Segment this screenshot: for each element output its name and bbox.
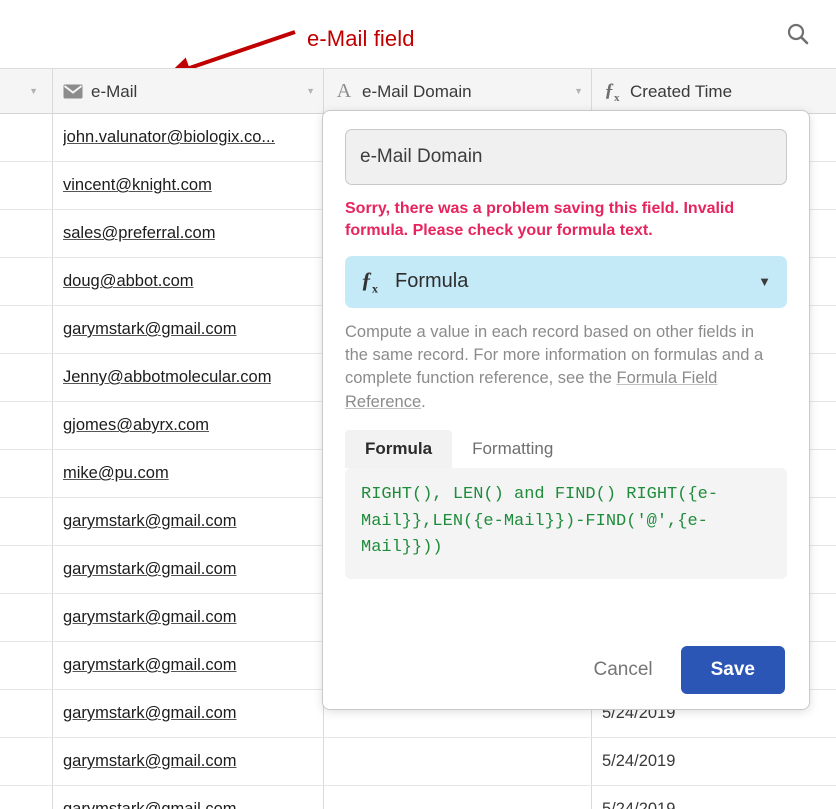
cell-email[interactable]: garymstark@gmail.com (53, 306, 324, 353)
row-number-cell[interactable] (0, 210, 53, 257)
chevron-down-icon[interactable]: ▼ (758, 274, 771, 289)
cell-email[interactable]: vincent@knight.com (53, 162, 324, 209)
email-link[interactable]: john.valunator@biologix.co... (63, 128, 275, 147)
column-header-rownum[interactable]: ▼ (0, 69, 53, 114)
email-link[interactable]: doug@abbot.com (63, 272, 194, 291)
cell-email[interactable]: garymstark@gmail.com (53, 690, 324, 737)
cell-email[interactable]: doug@abbot.com (53, 258, 324, 305)
email-link[interactable]: mike@pu.com (63, 464, 169, 483)
column-header-email-label: e-Mail (91, 81, 138, 101)
cell-email[interactable]: garymstark@gmail.com (53, 498, 324, 545)
field-type-select[interactable]: ƒx Formula ▼ (345, 255, 787, 308)
formula-input[interactable]: RIGHT(), LEN() and FIND() RIGHT({e-Mail}… (345, 468, 787, 580)
email-link[interactable]: garymstark@gmail.com (63, 752, 237, 771)
row-number-cell[interactable] (0, 642, 53, 689)
cell-email[interactable]: garymstark@gmail.com (53, 546, 324, 593)
field-type-description: Compute a value in each record based on … (345, 321, 775, 415)
cell-email[interactable]: garymstark@gmail.com (53, 594, 324, 641)
row-number-cell[interactable] (0, 786, 53, 809)
chevron-down-icon[interactable]: ▼ (574, 87, 583, 96)
email-link[interactable]: garymstark@gmail.com (63, 800, 237, 809)
table-row[interactable]: garymstark@gmail.com 5/24/2019 (0, 738, 836, 786)
row-number-cell[interactable] (0, 594, 53, 641)
row-number-cell[interactable] (0, 498, 53, 545)
row-number-cell[interactable] (0, 354, 53, 401)
editor-tabs: Formula Formatting (345, 430, 787, 469)
chevron-down-icon[interactable]: ▼ (306, 87, 315, 96)
field-type-label: Formula (395, 270, 469, 292)
cell-email[interactable]: sales@preferral.com (53, 210, 324, 257)
cell-created-time[interactable]: 5/24/2019 (592, 738, 836, 785)
cell-email-domain[interactable] (324, 786, 592, 809)
cancel-button[interactable]: Cancel (579, 651, 666, 689)
field-editor-body: Sorry, there was a problem saving this f… (323, 111, 809, 580)
email-link[interactable]: garymstark@gmail.com (63, 656, 237, 675)
chevron-down-icon[interactable]: ▼ (29, 87, 38, 96)
row-number-cell[interactable] (0, 306, 53, 353)
created-time-value: 5/24/2019 (602, 800, 676, 809)
formula-icon: ƒx (604, 79, 620, 104)
row-number-cell[interactable] (0, 162, 53, 209)
cell-created-time[interactable]: 5/24/2019 (592, 786, 836, 809)
created-time-value: 5/24/2019 (602, 752, 676, 770)
row-number-cell[interactable] (0, 690, 53, 737)
email-link[interactable]: Jenny@abbotmolecular.com (63, 368, 271, 387)
row-number-cell[interactable] (0, 402, 53, 449)
column-header-email-domain[interactable]: A e-Mail Domain ▼ (324, 69, 592, 114)
text-field-icon: A (336, 80, 352, 102)
cell-email[interactable]: garymstark@gmail.com (53, 786, 324, 809)
email-link[interactable]: garymstark@gmail.com (63, 608, 237, 627)
top-bar: e-Mail field (0, 0, 836, 68)
cell-email[interactable]: garymstark@gmail.com (53, 738, 324, 785)
column-header-email[interactable]: e-Mail ▼ (53, 69, 324, 114)
formula-icon: ƒx (361, 266, 378, 296)
cell-email[interactable]: Jenny@abbotmolecular.com (53, 354, 324, 401)
email-link[interactable]: garymstark@gmail.com (63, 560, 237, 579)
cell-email-domain[interactable] (324, 738, 592, 785)
email-link[interactable]: garymstark@gmail.com (63, 320, 237, 339)
annotation-label: e-Mail field (307, 26, 415, 51)
search-button[interactable] (778, 14, 818, 54)
cell-email[interactable]: garymstark@gmail.com (53, 642, 324, 689)
email-link[interactable]: garymstark@gmail.com (63, 512, 237, 531)
cell-email[interactable]: gjomes@abyrx.com (53, 402, 324, 449)
email-link[interactable]: sales@preferral.com (63, 224, 215, 243)
field-editor-popup: Sorry, there was a problem saving this f… (322, 110, 810, 710)
field-name-input[interactable] (345, 129, 787, 185)
description-text-after: . (421, 392, 426, 411)
email-link[interactable]: vincent@knight.com (63, 176, 212, 195)
row-number-cell[interactable] (0, 738, 53, 785)
cell-email[interactable]: mike@pu.com (53, 450, 324, 497)
column-header-created-time[interactable]: ƒx Created Time (592, 69, 836, 114)
email-link[interactable]: gjomes@abyrx.com (63, 416, 209, 435)
email-link[interactable]: garymstark@gmail.com (63, 704, 237, 723)
grid-header-row: ▼ e-Mail ▼ A e-Mail Domain ▼ ƒx Created … (0, 68, 836, 114)
app-root: e-Mail field ▼ e-Mail ▼ A e-Mail Domain … (0, 0, 836, 809)
search-icon (785, 21, 811, 47)
tab-formula[interactable]: Formula (345, 430, 453, 469)
envelope-icon (61, 84, 85, 99)
column-header-email-domain-label: e-Mail Domain (362, 81, 472, 101)
table-row[interactable]: garymstark@gmail.com 5/24/2019 (0, 786, 836, 809)
cell-email[interactable]: john.valunator@biologix.co... (53, 114, 324, 161)
tab-formatting[interactable]: Formatting (452, 430, 573, 468)
row-number-cell[interactable] (0, 258, 53, 305)
save-button[interactable]: Save (680, 646, 785, 694)
column-header-created-time-label: Created Time (630, 81, 733, 101)
row-number-cell[interactable] (0, 450, 53, 497)
row-number-cell[interactable] (0, 114, 53, 161)
popup-footer: Cancel Save (323, 631, 809, 709)
error-message: Sorry, there was a problem saving this f… (345, 200, 735, 239)
row-number-cell[interactable] (0, 546, 53, 593)
